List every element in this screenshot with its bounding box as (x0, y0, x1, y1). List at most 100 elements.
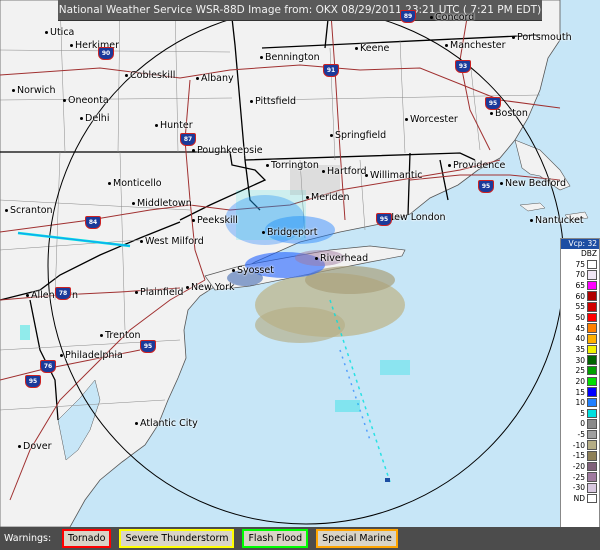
city-label: Atlantic City (135, 418, 198, 429)
city-dot-icon (232, 269, 235, 272)
city-dot-icon (315, 257, 318, 260)
city-dot-icon (322, 170, 325, 173)
city-label: Norwich (12, 85, 55, 96)
legend-color-swatch (587, 270, 597, 280)
city-dot-icon (155, 124, 158, 127)
city-label: Willimantic (365, 170, 422, 181)
warning-severe-thunderstorm-badge: Severe Thunderstorm (119, 529, 235, 548)
city-dot-icon (192, 219, 195, 222)
legend-row: 20 (561, 376, 599, 387)
city-label: Nantucket (530, 215, 584, 226)
warnings-bar: Warnings: Tornado Severe Thunderstorm Fl… (0, 527, 600, 550)
city-dot-icon (80, 117, 83, 120)
interstate-shield-icon: 95 (478, 180, 494, 193)
legend-row: -15 (561, 451, 599, 462)
interstate-shield-icon: 93 (455, 60, 471, 73)
city-dot-icon (5, 209, 8, 212)
city-dot-icon (260, 56, 263, 59)
legend-row: 70 (561, 270, 599, 281)
city-dot-icon (448, 164, 451, 167)
city-label: Oneonta (63, 95, 109, 106)
city-label: Keene (355, 43, 389, 54)
legend-row: ND (561, 493, 599, 504)
city-label: Manchester (445, 40, 506, 51)
city-label: Worcester (405, 114, 458, 125)
city-dot-icon (306, 196, 309, 199)
city-dot-icon (125, 74, 128, 77)
legend-row: 30 (561, 355, 599, 366)
legend-value-label: 45 (575, 323, 585, 333)
interstate-shield-icon: 95 (485, 97, 501, 110)
legend-value-label: ND (573, 493, 585, 503)
interstate-shield-icon: 87 (180, 133, 196, 146)
city-label: Meriden (306, 192, 349, 203)
city-label: Albany (196, 73, 234, 84)
radar-map (0, 0, 589, 528)
legend-row: -20 (561, 461, 599, 472)
legend-color-swatch (587, 291, 597, 301)
legend-color-swatch (587, 461, 597, 472)
interstate-shield-icon: 84 (85, 216, 101, 229)
city-dot-icon (70, 44, 73, 47)
city-label: Peekskill (192, 215, 238, 226)
city-label: Pittsfield (250, 96, 296, 107)
radar-map-frame: National Weather Service WSR-88D Image f… (0, 0, 600, 550)
dbz-unit-label: DBZ (580, 249, 597, 258)
city-dot-icon (18, 445, 21, 448)
city-dot-icon (108, 182, 111, 185)
legend-row: 0 (561, 419, 599, 430)
city-dot-icon (430, 16, 433, 19)
city-label: West Milford (140, 236, 204, 247)
city-dot-icon (365, 174, 368, 177)
interstate-shield-icon: 95 (376, 213, 392, 226)
legend-value-label: 40 (575, 334, 585, 344)
city-label: Syosset (232, 265, 274, 276)
legend-color-swatch (587, 302, 597, 312)
city-dot-icon (140, 240, 143, 243)
legend-row: 45 (561, 323, 599, 334)
legend-value-label: 35 (575, 344, 585, 354)
interstate-shield-icon: 91 (323, 64, 339, 77)
city-label: Bennington (260, 52, 320, 63)
legend-row: 25 (561, 365, 599, 376)
city-label: Bridgeport (262, 227, 317, 238)
legend-value-label: 60 (575, 291, 585, 301)
legend-row: -5 (561, 429, 599, 440)
city-dot-icon (490, 112, 493, 115)
legend-row: 65 (561, 280, 599, 291)
city-label: Middletown (132, 198, 192, 209)
legend-color-swatch (587, 280, 597, 291)
city-dot-icon (405, 118, 408, 121)
legend-value-label: -30 (572, 483, 585, 493)
city-label: Poughkeepsie (192, 145, 263, 156)
city-dot-icon (192, 149, 195, 152)
legend-value-label: 30 (575, 355, 585, 365)
legend-value-label: -25 (572, 472, 585, 482)
legend-color-swatch (587, 451, 597, 461)
legend-color-swatch (587, 323, 597, 333)
legend-value-label: 5 (580, 408, 585, 418)
warnings-label: Warnings: (4, 533, 52, 544)
legend-color-swatch (587, 397, 597, 408)
city-dot-icon (250, 100, 253, 103)
legend-value-label: 10 (575, 398, 585, 408)
land-martha-vineyard (519, 202, 546, 212)
legend-color-swatch (587, 365, 597, 376)
city-label: Scranton (5, 205, 53, 216)
legend-color-swatch (587, 472, 597, 482)
legend-row: 5 (561, 408, 599, 419)
city-dot-icon (26, 294, 29, 297)
legend-row: 40 (561, 333, 599, 344)
legend-color-swatch (587, 376, 597, 387)
city-dot-icon (512, 36, 515, 39)
legend-color-swatch (587, 344, 597, 355)
legend-color-swatch (587, 493, 597, 504)
legend-color-swatch (587, 387, 597, 397)
city-dot-icon (266, 164, 269, 167)
city-label: Concord (430, 12, 474, 23)
city-dot-icon (530, 219, 533, 222)
legend-value-label: 55 (575, 302, 585, 312)
legend-value-label: 65 (575, 281, 585, 291)
legend-color-swatch (587, 355, 597, 365)
city-dot-icon (135, 422, 138, 425)
